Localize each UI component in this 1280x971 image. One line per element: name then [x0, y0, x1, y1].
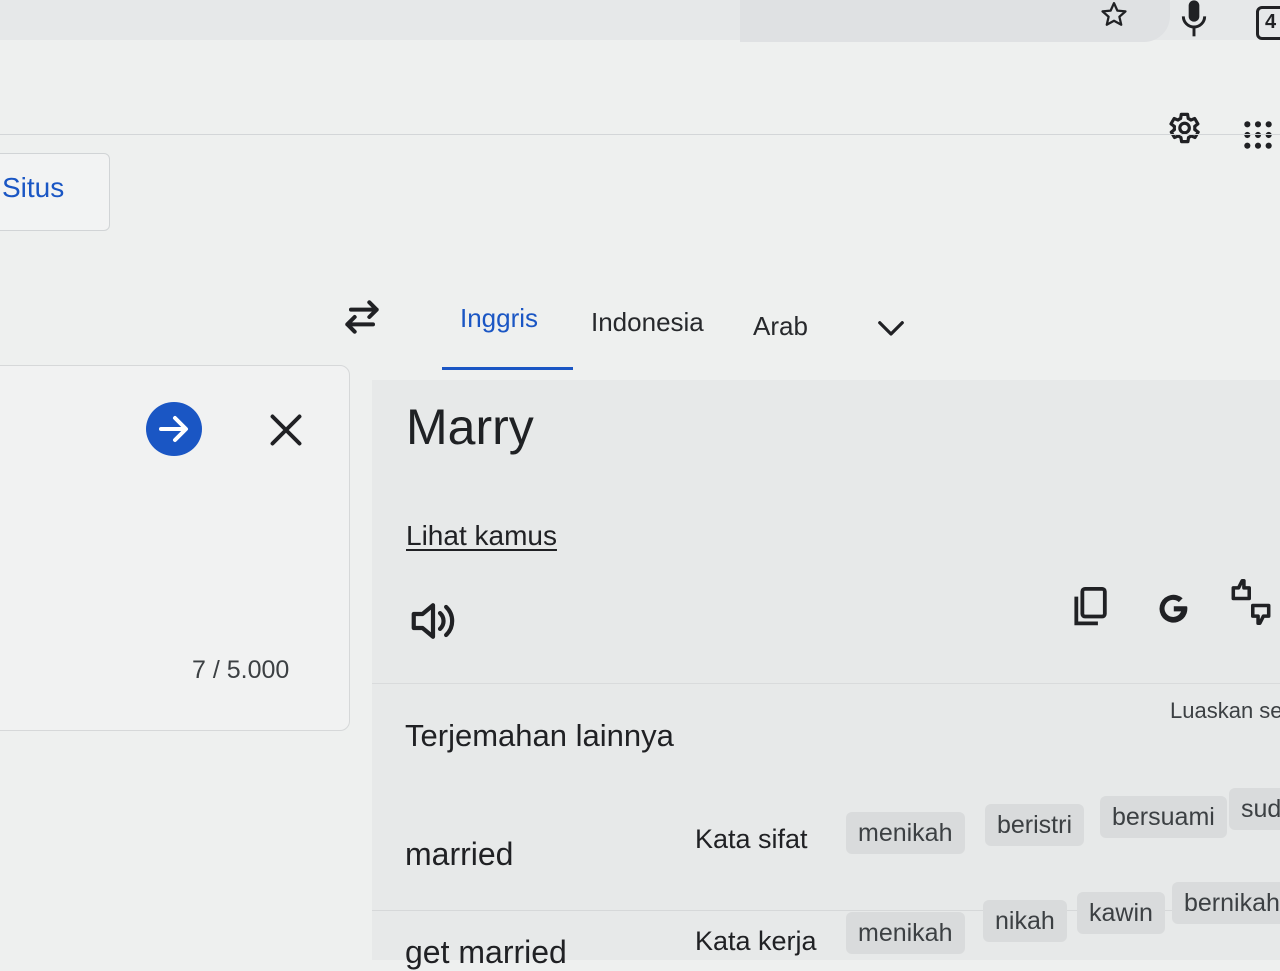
translation-output: Marry — [406, 399, 534, 455]
expand-section-link[interactable]: Luaskan se — [1170, 698, 1280, 724]
translation-chip[interactable]: sud — [1229, 788, 1280, 830]
translation-chip[interactable]: bernikah — [1172, 882, 1280, 924]
translation-chip[interactable]: bersuami — [1100, 796, 1227, 838]
part-of-speech: Kata kerja — [695, 926, 817, 956]
google-g-icon[interactable] — [1154, 586, 1192, 628]
translation-row-word: married — [405, 836, 514, 872]
translation-row-word: get married — [405, 934, 567, 970]
tab-indonesia[interactable]: Indonesia — [591, 307, 704, 338]
translation-chip[interactable]: nikah — [983, 900, 1067, 942]
star-icon[interactable] — [1098, 0, 1130, 30]
close-icon[interactable] — [268, 412, 304, 448]
speaker-icon[interactable] — [410, 600, 456, 642]
part-of-speech: Kata sifat — [695, 824, 808, 854]
results-divider — [372, 683, 1280, 684]
apps-icon[interactable] — [1242, 118, 1274, 152]
tab-count-text: 4 — [1265, 11, 1277, 33]
translation-chip[interactable]: beristri — [985, 804, 1085, 846]
more-translations-title: Terjemahan lainnya — [405, 718, 674, 753]
translation-chip[interactable]: menikah — [846, 912, 965, 954]
copy-icon[interactable] — [1072, 586, 1110, 628]
dictionary-link[interactable]: Lihat kamus — [406, 520, 557, 552]
sites-button-label: Situs — [2, 172, 65, 203]
tab-count-icon[interactable]: 4 — [1256, 6, 1280, 40]
chevron-down-icon[interactable] — [876, 318, 906, 340]
translation-chip[interactable]: kawin — [1077, 892, 1165, 934]
target-panel — [372, 380, 1280, 960]
feedback-icon[interactable] — [1228, 578, 1274, 626]
tab-arab[interactable]: Arab — [753, 311, 808, 342]
header-divider — [0, 134, 1280, 135]
settings-icon[interactable] — [1164, 108, 1202, 148]
translation-chip[interactable]: menikah — [846, 812, 965, 854]
tab-inggris[interactable]: Inggris — [460, 303, 538, 334]
mic-icon[interactable] — [1178, 0, 1210, 38]
translate-arrow-icon[interactable] — [145, 401, 203, 457]
swap-languages-icon[interactable] — [340, 300, 384, 334]
character-count: 7 / 5.000 — [192, 656, 290, 684]
active-tab-indicator — [442, 367, 573, 370]
